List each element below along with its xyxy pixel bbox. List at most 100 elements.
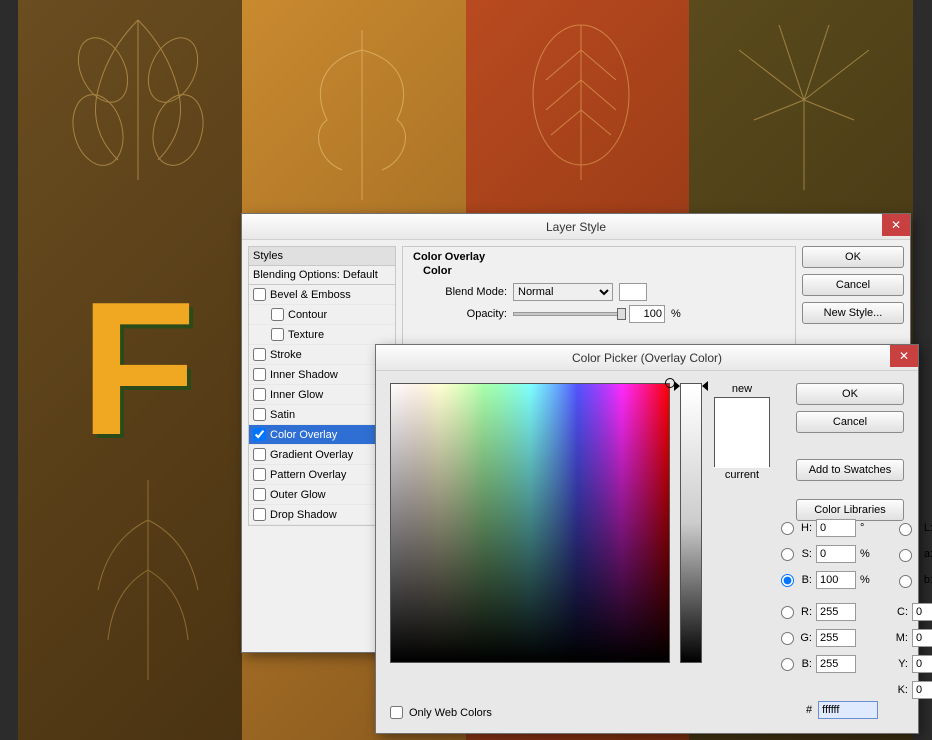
ok-button[interactable]: OK [796, 383, 904, 405]
style-item-outer-glow[interactable]: Outer Glow [249, 485, 395, 505]
dialog-title: Color Picker (Overlay Color) [572, 351, 722, 365]
opacity-slider[interactable] [513, 312, 623, 316]
m-input[interactable] [912, 629, 932, 647]
c-input[interactable] [912, 603, 932, 621]
y-input[interactable] [912, 655, 932, 673]
overlay-color-swatch[interactable] [619, 283, 647, 301]
c-label: C: [894, 606, 908, 618]
style-checkbox[interactable] [253, 428, 266, 441]
k-input[interactable] [912, 681, 932, 699]
blend-mode-label: Blend Mode: [437, 286, 507, 298]
lab-b-label: b: [919, 574, 932, 586]
current-color-swatch[interactable] [715, 433, 769, 468]
panel-subtitle: Color [423, 265, 785, 277]
style-item-texture[interactable]: Texture [249, 325, 395, 345]
style-item-pattern-overlay[interactable]: Pattern Overlay [249, 465, 395, 485]
add-to-swatches-button[interactable]: Add to Swatches [796, 459, 904, 481]
hex-input[interactable] [818, 701, 878, 719]
a-radio[interactable] [899, 549, 912, 562]
r-input[interactable] [816, 603, 856, 621]
style-checkbox[interactable] [253, 288, 266, 301]
slider-arrow-icon [674, 381, 680, 391]
g-label: G: [798, 632, 812, 644]
layer-style-titlebar[interactable]: Layer Style ✕ [242, 214, 910, 240]
styles-header[interactable]: Styles [249, 247, 395, 266]
style-item-drop-shadow[interactable]: Drop Shadow [249, 505, 395, 525]
k-label: K: [894, 684, 908, 696]
style-item-label: Contour [288, 309, 327, 321]
style-item-label: Drop Shadow [270, 509, 337, 521]
color-picker-titlebar[interactable]: Color Picker (Overlay Color) ✕ [376, 345, 918, 371]
style-checkbox[interactable] [253, 488, 266, 501]
opacity-input[interactable] [629, 305, 665, 323]
style-item-gradient-overlay[interactable]: Gradient Overlay [249, 445, 395, 465]
style-item-label: Bevel & Emboss [270, 289, 351, 301]
lab-b-radio[interactable] [899, 575, 912, 588]
style-item-inner-glow[interactable]: Inner Glow [249, 385, 395, 405]
b-label: B: [798, 574, 812, 586]
style-checkbox[interactable] [253, 468, 266, 481]
style-checkbox[interactable] [253, 348, 266, 361]
panel-title: Color Overlay [413, 251, 785, 263]
close-icon[interactable]: ✕ [882, 214, 910, 236]
color-field[interactable] [390, 383, 670, 663]
h-label: H: [798, 522, 812, 534]
style-item-label: Stroke [270, 349, 302, 361]
b2-label: B: [798, 658, 812, 670]
g-input[interactable] [816, 629, 856, 647]
current-label: current [714, 469, 770, 481]
r-radio[interactable] [781, 606, 794, 619]
style-item-label: Gradient Overlay [270, 449, 353, 461]
style-checkbox[interactable] [253, 388, 266, 401]
style-checkbox[interactable] [253, 448, 266, 461]
g-radio[interactable] [781, 632, 794, 645]
l-label: L: [919, 522, 932, 534]
style-item-contour[interactable]: Contour [249, 305, 395, 325]
style-checkbox[interactable] [253, 408, 266, 421]
opacity-label: Opacity: [437, 308, 507, 320]
style-checkbox[interactable] [253, 368, 266, 381]
blending-options-row[interactable]: Blending Options: Default [249, 266, 395, 285]
leaf-illustration [58, 480, 238, 700]
cancel-button[interactable]: Cancel [796, 411, 904, 433]
b-input[interactable] [816, 571, 856, 589]
leaf-illustration [272, 20, 452, 210]
h-radio[interactable] [781, 522, 794, 535]
style-item-label: Satin [270, 409, 295, 421]
b2-input[interactable] [816, 655, 856, 673]
b2-radio[interactable] [781, 658, 794, 671]
r-label: R: [798, 606, 812, 618]
a-label: a: [919, 548, 932, 560]
leaf-illustration [48, 10, 228, 200]
style-item-bevel-emboss[interactable]: Bevel & Emboss [249, 285, 395, 305]
new-style-button[interactable]: New Style... [802, 302, 904, 324]
style-item-label: Inner Glow [270, 389, 323, 401]
blend-mode-select[interactable]: Normal [513, 283, 613, 301]
slider-arrow-icon [702, 381, 708, 391]
style-item-label: Outer Glow [270, 489, 326, 501]
style-checkbox[interactable] [271, 328, 284, 341]
close-icon[interactable]: ✕ [890, 345, 918, 367]
style-item-label: Inner Shadow [270, 369, 338, 381]
style-checkbox[interactable] [253, 508, 266, 521]
style-item-satin[interactable]: Satin [249, 405, 395, 425]
brightness-slider[interactable] [680, 383, 702, 663]
only-web-colors-checkbox[interactable] [390, 706, 403, 719]
s-input[interactable] [816, 545, 856, 563]
style-checkbox[interactable] [271, 308, 284, 321]
style-item-inner-shadow[interactable]: Inner Shadow [249, 365, 395, 385]
s-radio[interactable] [781, 548, 794, 561]
l-radio[interactable] [899, 523, 912, 536]
style-item-stroke[interactable]: Stroke [249, 345, 395, 365]
color-preview: new current [714, 383, 770, 663]
b-radio[interactable] [781, 574, 794, 587]
h-input[interactable] [816, 519, 856, 537]
new-color-swatch[interactable] [715, 398, 769, 433]
ok-button[interactable]: OK [802, 246, 904, 268]
m-label: M: [894, 632, 908, 644]
hex-label: # [806, 704, 812, 716]
style-item-label: Pattern Overlay [270, 469, 346, 481]
cancel-button[interactable]: Cancel [802, 274, 904, 296]
only-web-colors-label: Only Web Colors [409, 707, 492, 719]
style-item-color-overlay[interactable]: Color Overlay [249, 425, 395, 445]
